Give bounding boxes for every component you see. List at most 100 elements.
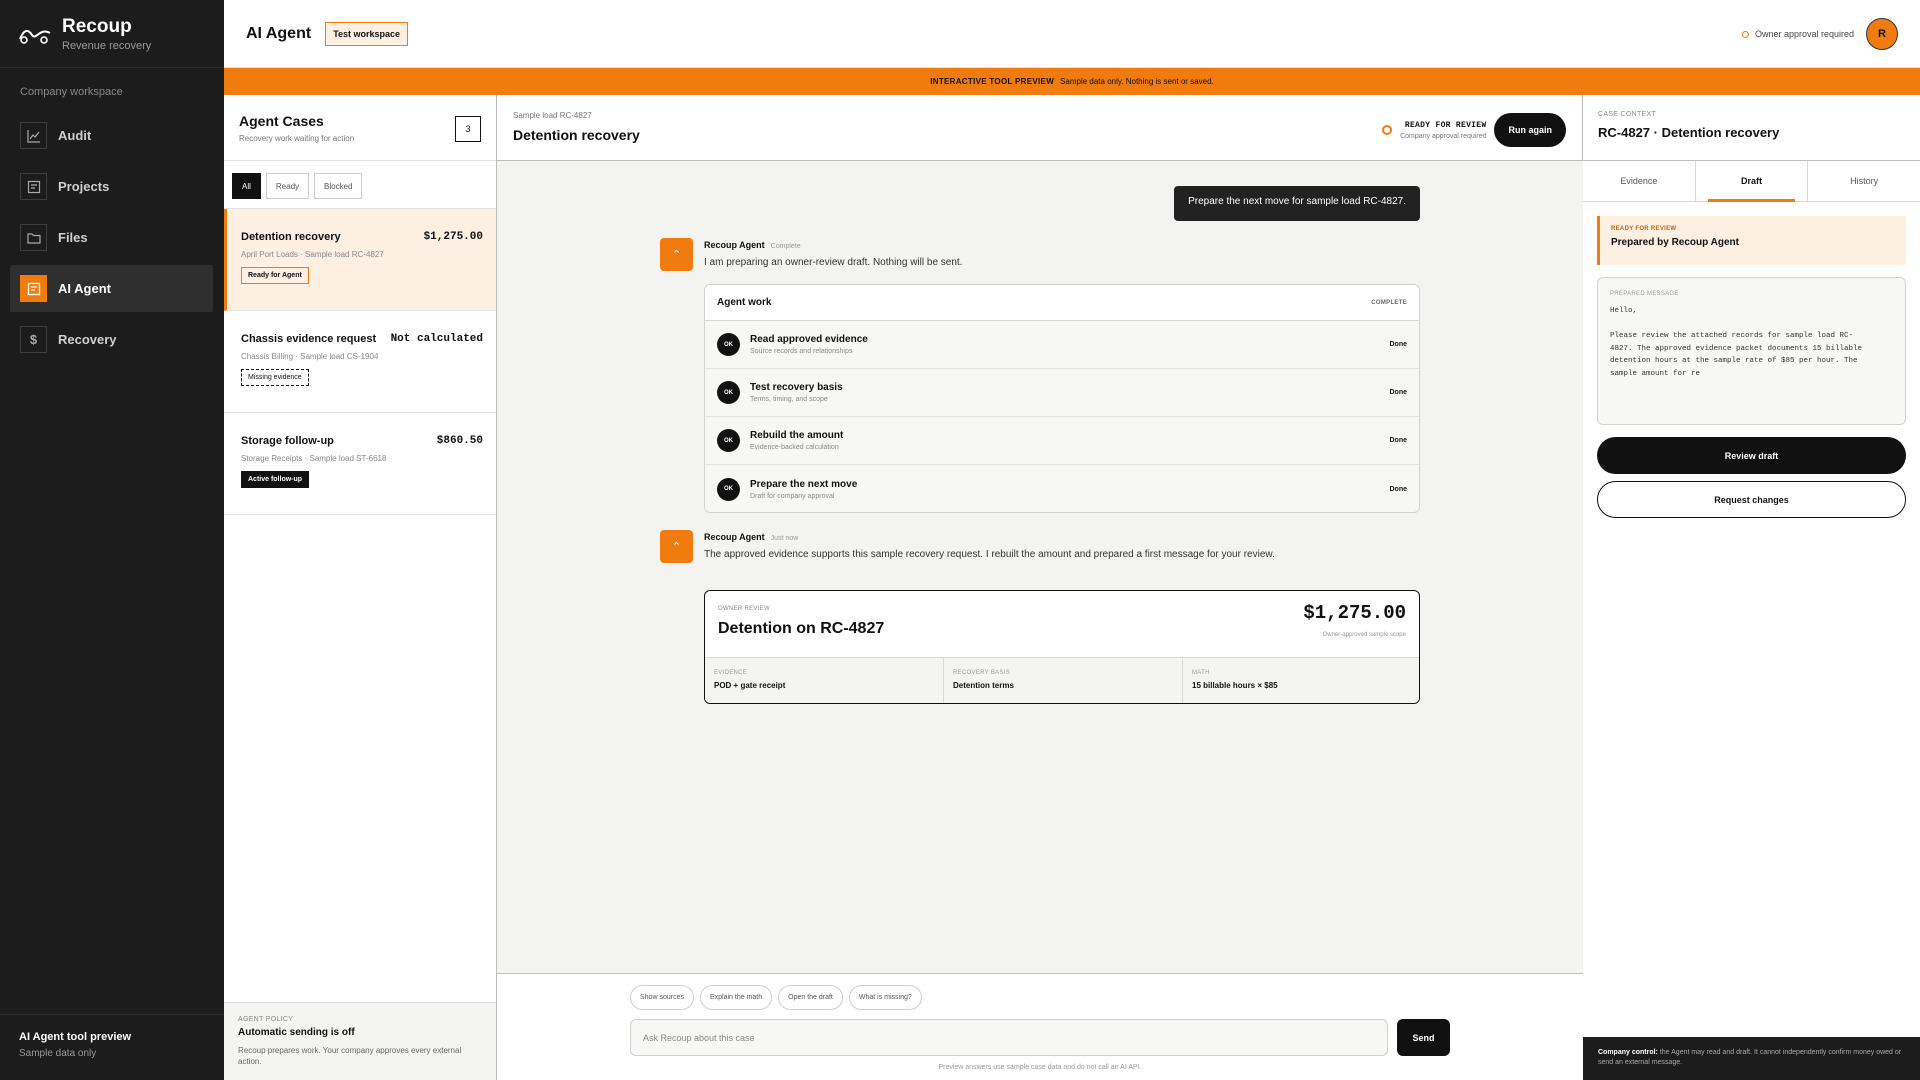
context-label: CASE CONTEXT <box>1598 111 1657 118</box>
prepared-message[interactable]: PREPARED MESSAGE Hello, Please review th… <box>1597 277 1906 425</box>
chart-icon <box>20 122 47 149</box>
filter-all[interactable]: All <box>232 173 261 199</box>
case-status-badge: Active follow-up <box>241 471 310 488</box>
nav-label: AI Agent <box>58 281 111 296</box>
agent-icon <box>20 275 47 302</box>
nav-label: Recovery <box>58 332 117 347</box>
message-body: Hello, Please review the attached record… <box>1610 307 1863 378</box>
chat-status: READY FOR REVIEW Company approval requir… <box>1382 113 1566 147</box>
preview-title: AI Agent tool preview <box>19 1031 132 1043</box>
top-bar: AI Agent Test workspace Owner approval r… <box>224 0 1920 68</box>
context-title: RC-4827 · Detention recovery <box>1598 125 1780 140</box>
review-amount-sub: Owner-approved sample scope <box>1322 632 1406 638</box>
page-title: AI Agent <box>246 24 312 42</box>
review-draft-button[interactable]: Review draft <box>1597 437 1906 474</box>
agent-avatar-icon: ⌃ <box>660 530 693 563</box>
review-amount: $1,275.00 <box>1303 602 1406 624</box>
cases-panel: Agent Cases Recovery work waiting for ac… <box>224 95 497 1080</box>
case-amount: $860.50 <box>436 435 483 447</box>
send-button[interactable]: Send <box>1397 1019 1450 1056</box>
composer: Show sources Explain the math Open the d… <box>497 973 1583 1080</box>
nav-item-recovery[interactable]: $ Recovery <box>10 316 213 363</box>
avatar[interactable]: R <box>1866 18 1898 50</box>
approval-text: Owner approval required <box>1754 29 1854 39</box>
owner-review-card[interactable]: OWNER REVIEW Detention on RC-4827 $1,275… <box>704 590 1420 704</box>
request-changes-button[interactable]: Request changes <box>1597 481 1906 518</box>
policy-text: Recoup prepares work. Your company appro… <box>238 1046 462 1066</box>
user-message: Prepare the next move for sample load RC… <box>1174 186 1420 221</box>
message-time: Just now <box>770 535 799 542</box>
case-card[interactable]: Chassis evidence request Not calculated … <box>224 311 496 413</box>
step-state: Done <box>1389 389 1408 396</box>
case-amount: $1,275.00 <box>423 231 483 243</box>
cases-header: Agent Cases Recovery work waiting for ac… <box>224 95 496 161</box>
work-status: COMPLETE <box>1371 299 1407 306</box>
workspace-badge: Test workspace <box>325 21 409 46</box>
nav-item-files[interactable]: Files <box>10 214 213 261</box>
preview-subtitle: Sample data only <box>19 1048 97 1059</box>
status-text: READY FOR REVIEW Company approval requir… <box>1400 121 1486 140</box>
suggestion-chips: Show sources Explain the math Open the d… <box>630 985 922 1010</box>
chat-panel: Sample load RC-4827 Detention recovery R… <box>497 95 1583 1080</box>
case-card[interactable]: Detention recovery $1,275.00 April Port … <box>224 209 496 311</box>
nav-item-projects[interactable]: Projects <box>10 163 213 210</box>
tab-evidence[interactable]: Evidence <box>1583 161 1696 201</box>
step-sub: Evidence-backed calculation <box>750 444 839 451</box>
work-title: Agent work <box>717 297 772 308</box>
step-state: Done <box>1389 485 1408 493</box>
banner-label: INTERACTIVE TOOL PREVIEW <box>930 77 1055 86</box>
step-name: Rebuild the amount <box>750 430 844 441</box>
filter-blocked[interactable]: Blocked <box>314 173 363 199</box>
company-control-note: Company control: the Agent may read and … <box>1583 1037 1920 1080</box>
preview-banner: INTERACTIVE TOOL PREVIEW Sample data onl… <box>224 68 1920 95</box>
ok-badge: OK <box>717 429 740 452</box>
list-icon <box>20 173 47 200</box>
ask-input[interactable] <box>630 1019 1388 1056</box>
filter-ready[interactable]: Ready <box>265 173 310 199</box>
step-name: Test recovery basis <box>750 382 843 393</box>
review-details: EVIDENCE POD + gate receipt RECOVERY BASI… <box>705 657 1419 703</box>
top-right: Owner approval required R <box>1741 18 1898 50</box>
case-filters: All Ready Blocked <box>224 161 496 209</box>
case-meta: April Port Loads · Sample load RC-4827 <box>241 250 384 259</box>
case-card[interactable]: Storage follow-up $860.50 Storage Receip… <box>224 413 496 515</box>
agent-policy: AGENT POLICY Automatic sending is off Re… <box>224 1002 496 1080</box>
agent-work-card: Agent work COMPLETE OK Read approved evi… <box>704 284 1420 513</box>
message-time: Complete <box>770 243 801 250</box>
case-status-badge: Missing evidence <box>241 369 309 386</box>
step-state: Done <box>1389 341 1408 348</box>
suggestion-what-missing[interactable]: What is missing? <box>848 985 922 1010</box>
workspace-label: Company workspace <box>20 86 123 98</box>
case-status-badge: Ready for Agent <box>241 267 309 284</box>
review-title: Detention on RC-4827 <box>718 620 885 637</box>
banner-text: Sample data only. Nothing is sent or sav… <box>1060 77 1214 86</box>
control-label: Company control: <box>1598 1049 1658 1056</box>
context-header: CASE CONTEXT RC-4827 · Detention recover… <box>1583 95 1920 161</box>
ready-box: READY FOR REVIEW Prepared by Recoup Agen… <box>1597 216 1906 265</box>
dollar-icon: $ <box>20 326 47 353</box>
suggestion-explain-math[interactable]: Explain the math <box>699 985 773 1010</box>
context-tabs: Evidence Draft History <box>1583 161 1920 202</box>
ok-badge: OK <box>717 333 740 356</box>
step-sub: Source records and relationships <box>750 348 853 355</box>
context-panel: CASE CONTEXT RC-4827 · Detention recover… <box>1583 95 1920 1080</box>
recoup-logo-icon <box>19 29 51 44</box>
agent-message: The approved evidence supports this samp… <box>704 549 1275 560</box>
work-step: OK Rebuild the amount Evidence-backed cal… <box>705 417 1419 465</box>
case-amount: Not calculated <box>390 333 483 345</box>
tab-history[interactable]: History <box>1808 161 1920 201</box>
nav-item-audit[interactable]: Audit <box>10 112 213 159</box>
chat-header: Sample load RC-4827 Detention recovery R… <box>497 95 1582 161</box>
suggestion-show-sources[interactable]: Show sources <box>630 985 694 1010</box>
run-again-button[interactable]: Run again <box>1494 113 1566 147</box>
nav-item-ai-agent[interactable]: AI Agent <box>10 265 213 312</box>
tab-draft[interactable]: Draft <box>1696 161 1809 202</box>
status-sub: Company approval required <box>1400 132 1487 140</box>
sidebar-footer: AI Agent tool preview Sample data only <box>0 1014 224 1080</box>
case-meta: Storage Receipts · Sample load ST-6618 <box>241 454 387 463</box>
brand[interactable]: Recoup Revenue recovery <box>0 0 224 68</box>
review-col-basis: RECOVERY BASIS Detention terms <box>944 658 1183 703</box>
message-label: PREPARED MESSAGE <box>1610 291 1679 297</box>
agent-message: I am preparing an owner-review draft. No… <box>704 257 963 268</box>
suggestion-open-draft[interactable]: Open the draft <box>778 985 843 1010</box>
